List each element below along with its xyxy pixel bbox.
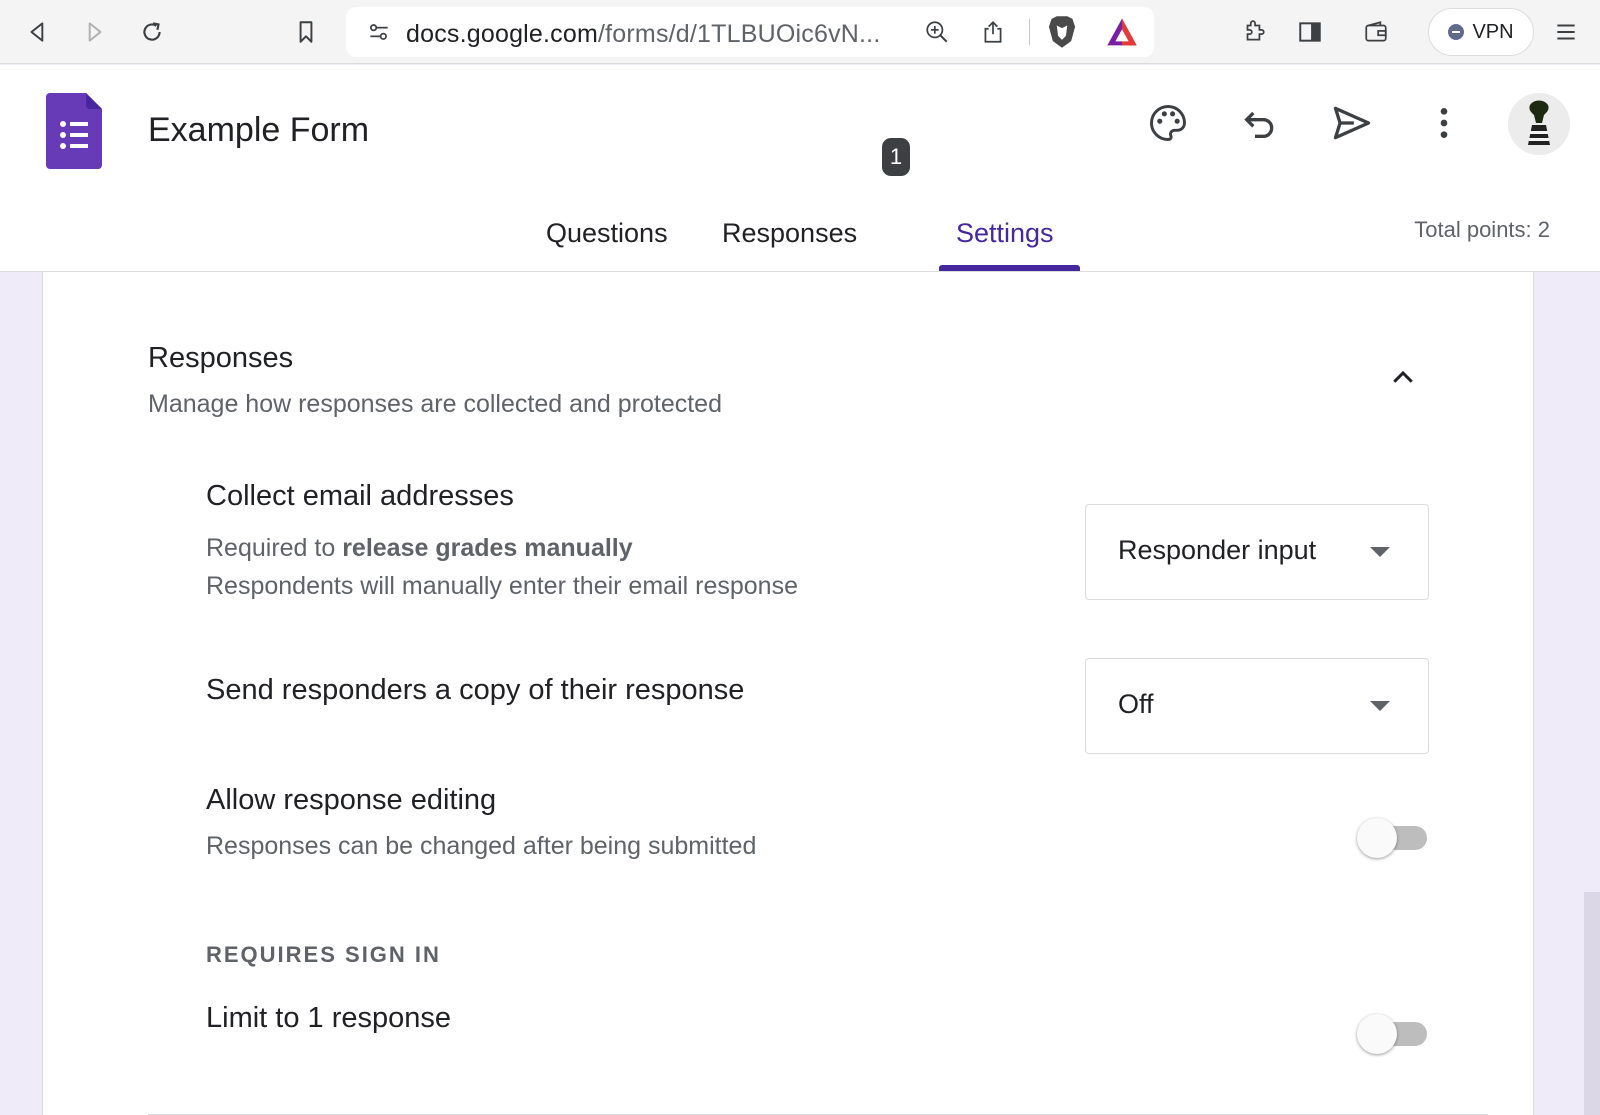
menu-icon[interactable] xyxy=(1548,14,1584,50)
total-points: Total points: 2 xyxy=(1414,217,1550,242)
send-copy-dropdown[interactable]: Off xyxy=(1085,658,1429,754)
forward-icon[interactable] xyxy=(76,14,112,50)
section-title: Responses xyxy=(148,342,294,374)
collect-email-title: Collect email addresses xyxy=(206,480,514,512)
section-subtitle: Manage how responses are collected and p… xyxy=(148,390,722,418)
allow-editing-toggle[interactable] xyxy=(1357,818,1429,858)
tab-settings[interactable]: Settings xyxy=(956,218,1054,249)
release-grades-link: release grades manually xyxy=(342,534,633,562)
chevron-up-icon[interactable] xyxy=(1383,358,1423,398)
tab-bar: Questions Responses Settings xyxy=(0,210,1600,272)
limit-one-toggle[interactable] xyxy=(1357,1014,1429,1054)
bookmark-icon[interactable] xyxy=(288,14,324,50)
share-icon[interactable] xyxy=(980,19,1006,50)
responses-settings-card: Responses Manage how responses are colle… xyxy=(42,272,1534,1115)
wallet-icon[interactable] xyxy=(1358,14,1394,50)
dropdown-arrow-icon xyxy=(1370,701,1390,711)
collect-email-desc-2: Respondents will manually enter their em… xyxy=(206,572,798,600)
vpn-status-icon xyxy=(1448,24,1465,40)
site-settings-icon[interactable] xyxy=(366,19,392,50)
responses-count-badge: 1 xyxy=(882,138,910,176)
zoom-icon[interactable] xyxy=(924,19,950,50)
requires-sign-in-heading: REQUIRES SIGN IN xyxy=(206,942,441,967)
vpn-label: VPN xyxy=(1472,20,1514,43)
reload-icon[interactable] xyxy=(134,14,170,50)
active-tab-indicator xyxy=(939,265,1080,271)
browser-toolbar: docs.google.com/forms/d/1TLBUOic6vN... V… xyxy=(0,0,1600,64)
collect-email-dropdown[interactable]: Responder input xyxy=(1085,504,1429,600)
google-forms-logo[interactable] xyxy=(46,93,102,169)
allow-editing-title: Allow response editing xyxy=(206,784,497,816)
address-bar[interactable]: docs.google.com/forms/d/1TLBUOic6vN... xyxy=(346,7,1154,57)
brave-shield-icon[interactable] xyxy=(1046,15,1078,54)
collect-email-desc: Required to release grades manually xyxy=(206,534,633,562)
back-icon[interactable] xyxy=(20,14,56,50)
limit-one-title: Limit to 1 response xyxy=(206,1002,452,1034)
url-separator xyxy=(1029,19,1030,45)
dropdown-arrow-icon xyxy=(1370,547,1390,557)
send-copy-value: Off xyxy=(1118,689,1154,719)
avatar[interactable] xyxy=(1508,93,1570,155)
undo-icon[interactable] xyxy=(1234,97,1286,149)
collect-email-value: Responder input xyxy=(1118,535,1317,565)
brave-rewards-icon[interactable] xyxy=(1106,17,1138,52)
palette-icon[interactable] xyxy=(1142,97,1194,149)
page-scrollbar[interactable] xyxy=(1584,892,1600,1115)
tab-questions[interactable]: Questions xyxy=(546,218,668,249)
extensions-icon[interactable] xyxy=(1236,14,1272,50)
vpn-button[interactable]: VPN xyxy=(1428,8,1534,56)
allow-editing-desc: Responses can be changed after being sub… xyxy=(206,832,757,860)
tab-responses[interactable]: Responses xyxy=(722,218,857,249)
form-title[interactable]: Example Form xyxy=(148,111,369,150)
send-icon[interactable] xyxy=(1326,97,1378,149)
sidebar-icon[interactable] xyxy=(1292,14,1328,50)
send-copy-title: Send responders a copy of their response xyxy=(206,674,745,706)
more-vert-icon[interactable] xyxy=(1418,97,1470,149)
url-text: docs.google.com/forms/d/1TLBUOic6vN... xyxy=(406,20,881,48)
forms-header: Example Form Questions Responses Setting… xyxy=(0,65,1600,272)
